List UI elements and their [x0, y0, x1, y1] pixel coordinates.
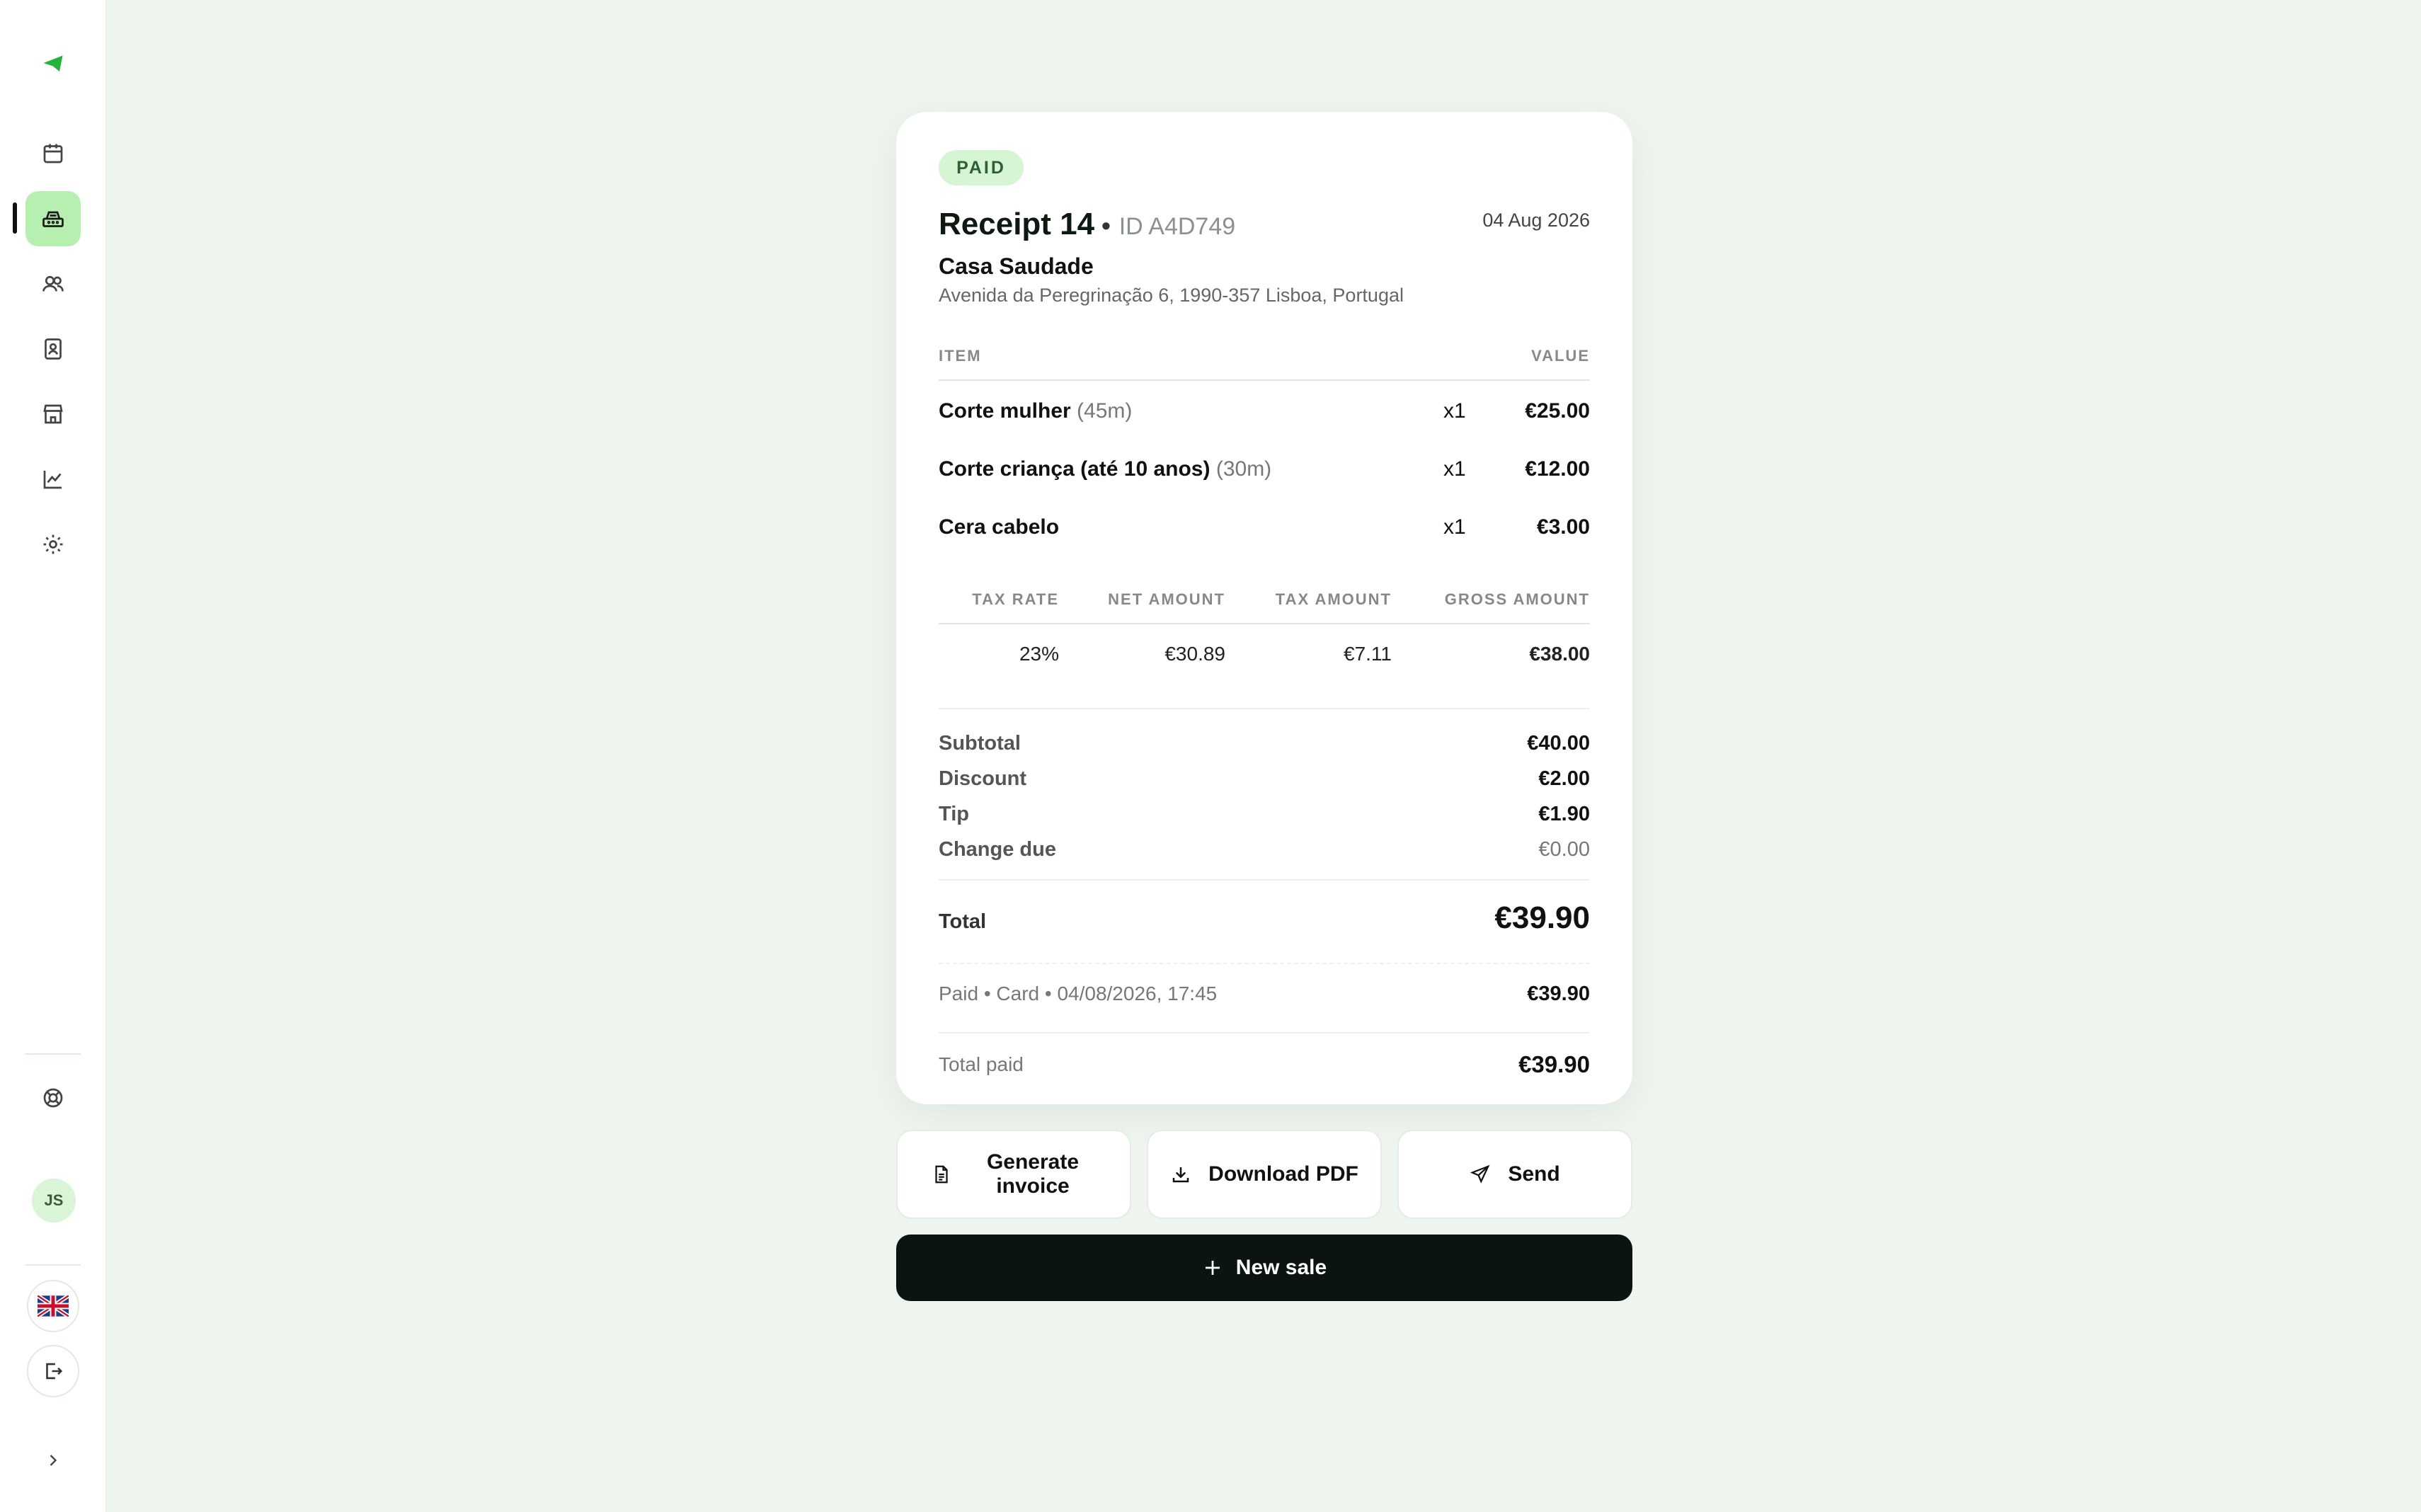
change-due-label: Change due	[939, 838, 1056, 861]
tax-rate-value: 23%	[1019, 643, 1059, 665]
new-sale-button[interactable]: New sale	[896, 1235, 1632, 1301]
store-icon	[43, 404, 63, 424]
uk-flag-icon	[38, 1295, 69, 1317]
download-pdf-button[interactable]: Download PDF	[1147, 1130, 1382, 1219]
sidebar-item-contacts[interactable]	[25, 321, 81, 377]
divider	[939, 879, 1590, 881]
column-header-item: ITEM	[939, 347, 982, 365]
gross-amount-value: €38.00	[1529, 643, 1590, 665]
chart-icon	[43, 471, 62, 489]
sidebar: JS	[0, 0, 106, 1512]
line-item-name: Cera cabelo	[939, 515, 1060, 539]
sidebar-item-settings[interactable]	[25, 517, 81, 572]
users-icon	[42, 275, 64, 292]
language-button[interactable]	[27, 1280, 79, 1332]
tax-header-gross: GROSS AMOUNT	[1444, 590, 1590, 608]
generate-invoice-button[interactable]: Generate invoice	[896, 1130, 1131, 1219]
sidebar-divider	[25, 1264, 81, 1266]
sidebar-item-store[interactable]	[25, 386, 81, 442]
receipt-date: 04 Aug 2026	[1482, 210, 1590, 231]
total-paid-label: Total paid	[939, 1053, 1024, 1075]
sidebar-item-reports[interactable]	[25, 452, 81, 507]
avatar[interactable]: JS	[32, 1179, 76, 1222]
receipt-title: Receipt 14 • ID A4D749	[939, 207, 1236, 241]
calendar-icon	[43, 144, 63, 164]
send-icon	[1470, 1164, 1490, 1184]
discount-label: Discount	[939, 767, 1027, 790]
business-address: Avenida da Peregrinação 6, 1990-357 Lisb…	[939, 285, 1404, 306]
sidebar-divider	[25, 1053, 81, 1055]
line-item-value: €3.00	[1536, 515, 1590, 539]
contact-book-icon	[45, 338, 62, 360]
logout-button[interactable]	[27, 1345, 79, 1397]
payment-line-label: Paid • Card • 04/08/2026, 17:45	[939, 983, 1218, 1004]
active-indicator	[13, 202, 17, 234]
plus-icon	[1205, 1261, 1220, 1275]
cash-register-icon	[42, 211, 64, 227]
divider	[939, 708, 1590, 709]
sidebar-item-checkout[interactable]	[25, 191, 81, 246]
tax-header-net: NET AMOUNT	[1108, 590, 1225, 608]
expand-sidebar-button[interactable]	[25, 1433, 81, 1488]
line-item-qty: x1	[1443, 515, 1466, 539]
discount-value: €2.00	[1538, 767, 1590, 790]
business-name: Casa Saudade	[939, 253, 1094, 279]
tax-header-rate: TAX RATE	[972, 590, 1059, 608]
tax-amount-value: €7.11	[1344, 643, 1392, 665]
logo-icon[interactable]	[25, 35, 81, 91]
total-paid-value: €39.90	[1518, 1051, 1590, 1077]
divider	[939, 963, 1590, 964]
divider	[939, 1032, 1590, 1033]
total-label: Total	[939, 910, 987, 933]
tip-value: €1.90	[1538, 803, 1590, 825]
document-icon	[935, 1165, 948, 1184]
divider	[939, 623, 1590, 624]
help-button[interactable]	[25, 1070, 81, 1126]
line-item-value: €12.00	[1525, 457, 1590, 481]
change-due-value: €0.00	[1538, 838, 1590, 861]
send-button[interactable]: Send	[1397, 1130, 1632, 1219]
receipt-card: PAID Receipt 14 • ID A4D749 04 Aug 2026 Ca…	[896, 112, 1632, 1104]
line-item-value: €25.00	[1525, 399, 1590, 423]
line-item-name: Corte mulher (45m)	[939, 399, 1133, 423]
line-item-qty: x1	[1443, 457, 1466, 481]
line-item-qty: x1	[1443, 399, 1466, 423]
lifebuoy-icon	[43, 1088, 63, 1108]
chevron-right-icon	[50, 1455, 57, 1466]
tax-header-tax: TAX AMOUNT	[1275, 590, 1392, 608]
gear-icon	[43, 534, 63, 554]
divider	[939, 379, 1590, 381]
line-item-name: Corte criança (até 10 anos) (30m)	[939, 457, 1272, 481]
logout-icon	[46, 1363, 63, 1380]
net-amount-value: €30.89	[1164, 643, 1225, 665]
sidebar-item-calendar[interactable]	[25, 126, 81, 181]
column-header-value: VALUE	[1531, 347, 1590, 365]
status-badge: PAID	[939, 150, 1024, 185]
total-value: €39.90	[1494, 900, 1590, 935]
payment-line-value: €39.90	[1527, 983, 1590, 1005]
receipt-id: ID A4D749	[1118, 213, 1236, 240]
sidebar-item-clients[interactable]	[25, 256, 81, 311]
download-icon	[1172, 1167, 1189, 1183]
subtotal-label: Subtotal	[939, 732, 1021, 755]
subtotal-value: €40.00	[1527, 732, 1590, 755]
tip-label: Tip	[939, 803, 969, 825]
